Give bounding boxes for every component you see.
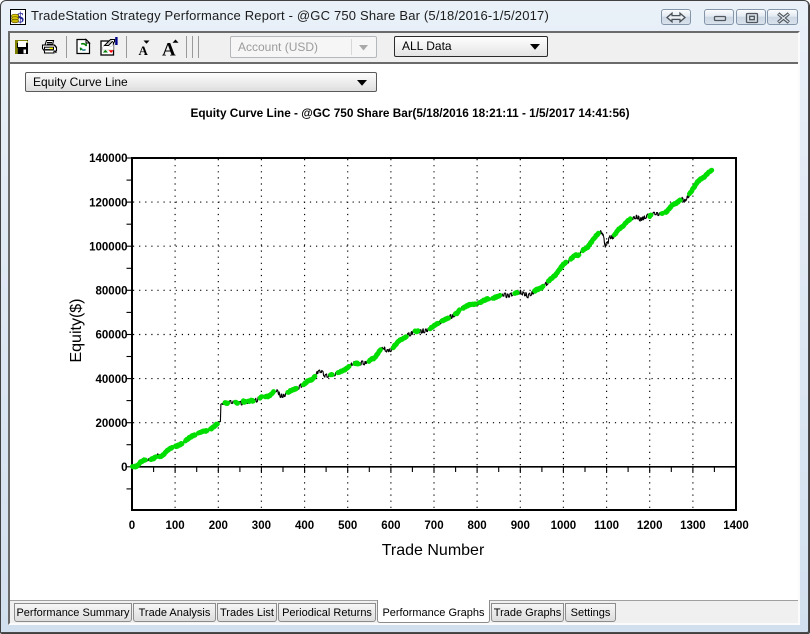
svg-text:200: 200 [209,520,228,532]
svg-text:20000: 20000 [96,418,128,430]
svg-text:700: 700 [424,520,443,532]
svg-text:Equity Curve Line - @GC 750 Sh: Equity Curve Line - @GC 750 Share Bar(5/… [190,106,629,120]
svg-text:1300: 1300 [680,520,706,532]
svg-text:120000: 120000 [89,197,127,209]
svg-text:1000: 1000 [551,520,577,532]
svg-text:1400: 1400 [723,520,749,532]
svg-text:100: 100 [166,520,185,532]
svg-text:300: 300 [252,520,271,532]
svg-text:60000: 60000 [96,330,128,342]
svg-text:0: 0 [121,462,127,474]
svg-text:1100: 1100 [594,520,619,532]
svg-text:Trade Number: Trade Number [382,542,485,559]
svg-text:500: 500 [338,520,357,532]
svg-text:400: 400 [295,520,314,532]
svg-text:0: 0 [129,520,135,532]
svg-text:40000: 40000 [96,374,128,386]
svg-text:600: 600 [381,520,400,532]
svg-text:1200: 1200 [637,520,663,532]
svg-text:900: 900 [511,520,530,532]
svg-text:Equity($): Equity($) [68,298,85,362]
svg-text:100000: 100000 [89,241,127,253]
svg-text:A: A [139,43,149,56]
svg-text:800: 800 [468,520,487,532]
svg-text:140000: 140000 [89,153,127,165]
svg-text:80000: 80000 [96,286,128,298]
